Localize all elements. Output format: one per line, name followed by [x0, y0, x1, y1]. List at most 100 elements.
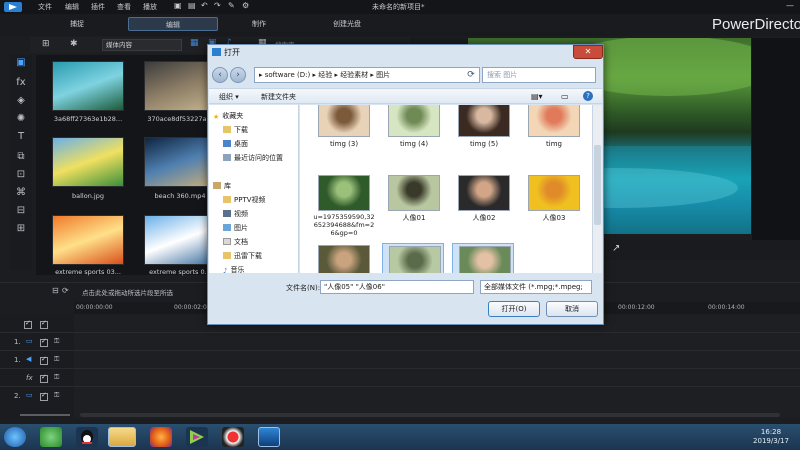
library-thumbnail[interactable] — [52, 137, 124, 187]
chapter-room-icon[interactable]: ⊟ — [14, 205, 28, 219]
menu-edit[interactable]: 编辑 — [65, 2, 79, 12]
settings-gear-icon[interactable]: ⚙ — [242, 1, 249, 10]
lock-icon[interactable]: ⚿ — [54, 373, 59, 382]
powerdirector-taskbar-icon[interactable] — [258, 427, 280, 447]
open-folder-icon[interactable]: ▤ — [188, 1, 196, 10]
cancel-button[interactable]: 取消 — [546, 301, 598, 317]
360-security-icon[interactable] — [40, 427, 62, 447]
file-item[interactable]: 人像02 — [452, 173, 514, 237]
menu-play[interactable]: 播放 — [143, 2, 157, 12]
export-frame-icon[interactable]: ↗ — [612, 243, 620, 254]
audio-mixing-icon[interactable]: ⊡ — [14, 169, 28, 183]
file-item[interactable]: 人像05 — [382, 243, 444, 273]
track-enable-checkbox[interactable] — [40, 373, 48, 383]
file-item[interactable]: 人像01 — [382, 173, 444, 237]
file-item[interactable]: timg (3) — [312, 105, 374, 163]
new-folder-button[interactable]: 新建文件夹 — [261, 92, 296, 102]
back-button[interactable]: ‹ — [212, 67, 228, 83]
breadcrumb-item[interactable]: software (D:) — [265, 71, 311, 79]
nav-documents[interactable]: 文档 — [223, 237, 248, 247]
file-item[interactable]: timg (5) — [452, 105, 514, 163]
plugin-icon[interactable]: ✱ — [70, 39, 78, 49]
pip-room-icon[interactable]: ◈ — [14, 95, 28, 109]
nav-downloads[interactable]: 下载 — [223, 125, 248, 135]
import-media-icon[interactable]: ⊞ — [42, 39, 50, 49]
window-minimize-icon[interactable]: — — [786, 1, 794, 10]
lock-icon[interactable]: ⚿ — [54, 355, 59, 364]
menu-view[interactable]: 查看 — [117, 2, 131, 12]
particle-room-icon[interactable]: ✺ — [14, 113, 28, 127]
forward-button[interactable]: › — [230, 67, 246, 83]
dialog-close-button[interactable]: ✕ — [573, 45, 603, 59]
media-filter-select[interactable]: 媒体内容 — [102, 39, 182, 51]
view-options-icon[interactable]: ▤▾ — [531, 92, 543, 101]
menu-file[interactable]: 文件 — [38, 2, 52, 12]
nav-thunder-downloads[interactable]: 迅雷下载 — [223, 251, 262, 261]
firefox-icon[interactable] — [150, 427, 172, 447]
qq-icon[interactable] — [76, 427, 98, 447]
save-icon[interactable]: ▣ — [174, 1, 182, 10]
tab-create-disc[interactable]: 创建光盘 — [302, 17, 392, 31]
tab-produce[interactable]: 制作 — [214, 17, 304, 31]
tab-capture[interactable]: 捕捉 — [32, 17, 122, 31]
file-item[interactable]: 人像06 — [452, 243, 514, 273]
fx-room-icon[interactable]: fx — [14, 77, 28, 91]
library-thumbnail[interactable] — [144, 137, 216, 187]
pin-icon[interactable]: ✎ — [228, 1, 235, 10]
title-room-icon[interactable]: T — [14, 131, 28, 145]
timeline-scrollbar[interactable] — [80, 413, 780, 417]
filetype-select[interactable]: 全部媒体文件 (*.mpg;*.mpeg; — [480, 280, 592, 294]
breadcrumb-item[interactable]: 经验素材 — [340, 71, 368, 79]
record-icon[interactable] — [222, 427, 244, 447]
library-thumbnail[interactable] — [52, 215, 124, 265]
file-item[interactable]: timg (4) — [382, 105, 444, 163]
organize-button[interactable]: 组织 ▾ — [219, 92, 239, 102]
menu-plugins[interactable]: 插件 — [91, 2, 105, 12]
track-enable-checkbox[interactable] — [40, 391, 48, 401]
scrollbar-thumb[interactable] — [594, 145, 601, 225]
file-explorer-icon[interactable] — [108, 427, 136, 447]
nav-pictures[interactable]: 图片 — [223, 223, 248, 233]
breadcrumb-item[interactable]: 经验 — [318, 71, 332, 79]
lock-icon[interactable]: ⚿ — [54, 337, 59, 346]
filename-input[interactable]: "人像05" "人像06" — [320, 280, 474, 294]
track-visible-checkbox[interactable] — [24, 319, 32, 329]
start-button[interactable] — [4, 427, 26, 447]
track-lock-checkbox[interactable] — [40, 319, 48, 329]
nav-desktop[interactable]: 桌面 — [223, 139, 248, 149]
media-player-icon[interactable] — [186, 427, 208, 447]
file-item[interactable]: 人像03 — [522, 173, 584, 237]
nav-pptv[interactable]: PPTV视频 — [223, 195, 266, 205]
nav-libraries[interactable]: 库 — [213, 181, 231, 191]
track-enable-checkbox[interactable] — [40, 337, 48, 347]
media-room-icon[interactable]: ▣ — [14, 57, 28, 71]
file-list-scrollbar[interactable] — [592, 105, 602, 273]
timeline-tracks-area[interactable] — [74, 314, 800, 418]
timeline-mode-icon[interactable]: ⟳ — [62, 286, 69, 295]
lock-icon[interactable]: ⚿ — [54, 391, 59, 400]
nav-recent[interactable]: 最近访问的位置 — [223, 153, 283, 163]
subtitle-room-icon[interactable]: ⊞ — [14, 223, 28, 237]
file-item[interactable]: 人像04 — [312, 243, 374, 273]
file-item[interactable]: u=1975359590,32652394688&fm=26&gp=0 — [312, 173, 375, 237]
view-icon[interactable]: ▦ — [190, 38, 199, 48]
breadcrumb-item[interactable]: 图片 — [376, 71, 390, 79]
nav-music[interactable]: ♪ 音乐 — [223, 265, 244, 275]
file-item[interactable]: timg — [522, 105, 584, 163]
undo-icon[interactable]: ↶ — [201, 1, 208, 10]
voiceover-icon[interactable]: ⌘ — [14, 187, 28, 201]
tab-edit[interactable]: 编辑 — [128, 17, 218, 31]
redo-icon[interactable]: ↷ — [214, 1, 221, 10]
dialog-search-input[interactable]: 搜索 图片 — [482, 67, 596, 83]
address-bar[interactable]: ▸ software (D:) ▸ 经验 ▸ 经验素材 ▸ 图片 — [254, 67, 480, 83]
open-button[interactable]: 打开(O) — [488, 301, 540, 317]
nav-videos[interactable]: 视频 — [223, 209, 248, 219]
library-thumbnail[interactable] — [52, 61, 124, 111]
track-enable-checkbox[interactable] — [40, 355, 48, 365]
storyboard-icon[interactable]: ⊟ — [52, 286, 59, 295]
system-clock[interactable]: 16:28 2019/3/17 — [746, 428, 796, 446]
library-thumbnail[interactable] — [144, 61, 216, 111]
transition-room-icon[interactable]: ⧉ — [14, 151, 28, 165]
library-thumbnail[interactable] — [144, 215, 216, 265]
help-icon[interactable]: ? — [583, 91, 593, 101]
